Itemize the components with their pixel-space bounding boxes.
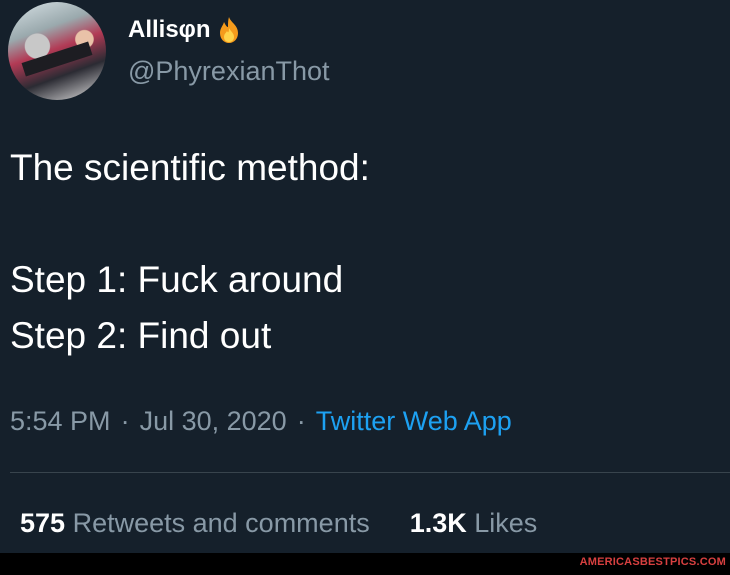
author-name-row: Allisφn [128,16,241,44]
tweet-line-3: Step 2: Find out [10,315,272,356]
likes-label: Likes [474,508,538,538]
watermark: AMERICASBESTPICS.COM [579,556,726,568]
meta-separator: · [120,406,130,436]
avatar[interactable] [8,2,106,100]
meta-separator: · [296,406,306,436]
tweet-date[interactable]: Jul 30, 2020 [140,406,287,436]
likes-count: 1.3K [409,508,467,538]
retweets-label: Retweets and comments [72,508,370,538]
avatar-detail [21,41,93,77]
source-app-link[interactable]: Twitter Web App [316,406,512,436]
tweet-text: The scientific method: Step 1: Fuck arou… [10,140,370,364]
tweet-line-1: The scientific method: [10,147,370,188]
retweets-stat[interactable]: 575 Retweets and comments [20,508,370,538]
tweet-time[interactable]: 5:54 PM [10,406,111,436]
tweet-stats: 575 Retweets and comments 1.3K Likes [20,508,537,539]
retweets-count: 575 [20,508,66,538]
divider [10,472,730,473]
fire-icon [217,16,241,44]
display-name[interactable]: Allisφn [128,16,211,44]
tweet-line-2: Step 1: Fuck around [10,259,344,300]
user-handle[interactable]: @PhyrexianThot [128,56,330,87]
likes-stat[interactable]: 1.3K Likes [410,508,538,538]
tweet-meta: 5:54 PM · Jul 30, 2020 · Twitter Web App [10,406,512,437]
